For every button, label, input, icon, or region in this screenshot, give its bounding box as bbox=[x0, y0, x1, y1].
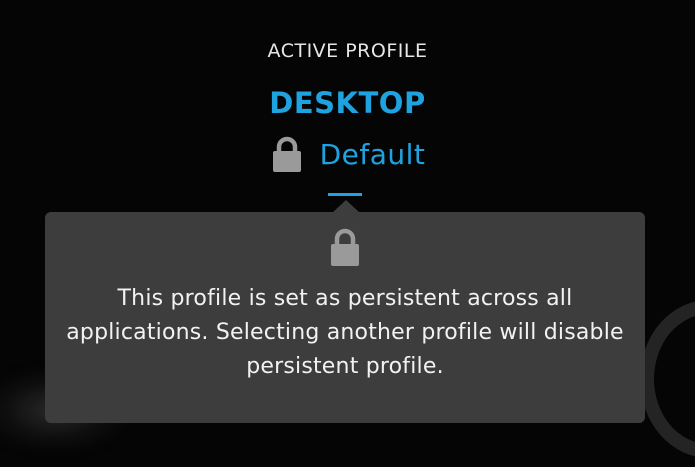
selected-profile-label: Default bbox=[319, 137, 426, 171]
profile-name[interactable]: DESKTOP bbox=[0, 86, 695, 120]
lock-icon bbox=[331, 228, 359, 266]
tooltip-message: This profile is set as persistent across… bbox=[66, 286, 624, 379]
persistent-profile-tooltip: This profile is set as persistent across… bbox=[45, 212, 645, 423]
active-profile-heading: ACTIVE PROFILE bbox=[267, 40, 428, 62]
profile-screen: ACTIVE PROFILE DESKTOP Default This prof… bbox=[0, 0, 695, 467]
lock-icon bbox=[272, 136, 301, 172]
active-indicator bbox=[328, 193, 362, 196]
background-ring-shape bbox=[640, 300, 695, 458]
profile-selector[interactable]: Default bbox=[0, 136, 695, 172]
